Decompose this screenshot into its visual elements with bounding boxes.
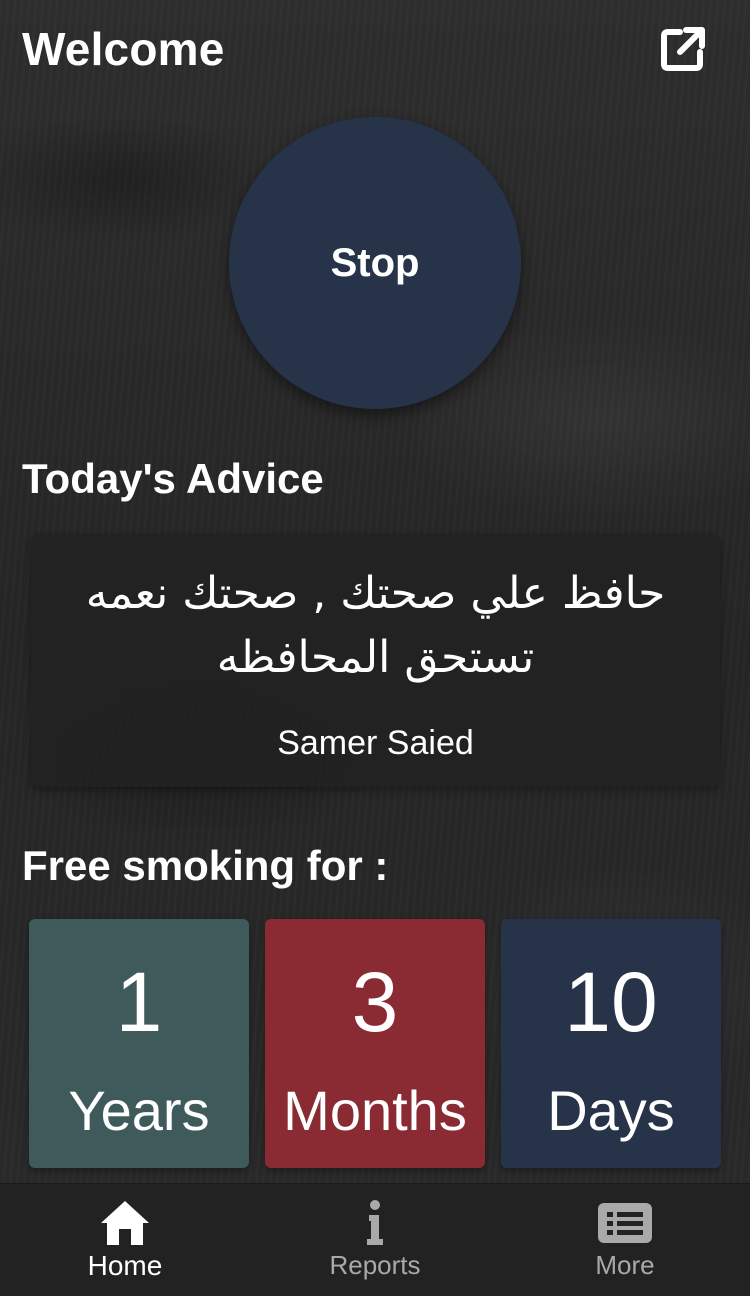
tab-home-label: Home <box>87 1250 163 1281</box>
advice-text: حافظ علي صحتك , صحتك نعمه تستحق المحافظه <box>85 568 666 683</box>
advice-card: حافظ علي صحتك , صحتك نعمه تستحق المحافظه… <box>31 534 720 787</box>
days-value: 10 <box>564 955 658 1049</box>
external-link-icon <box>661 27 705 71</box>
years-label: Years <box>68 1079 210 1142</box>
page-title: Welcome <box>22 23 225 75</box>
tab-home[interactable]: Home <box>0 1184 250 1296</box>
years-counter-card: 1 Years <box>29 919 249 1168</box>
home-icon <box>0 1198 250 1248</box>
advice-author: Samer Saied <box>277 724 474 762</box>
bottom-tab-bar: Home Reports More <box>0 1183 750 1296</box>
stop-button[interactable]: Stop <box>229 117 521 409</box>
years-value: 1 <box>115 955 163 1049</box>
months-value: 3 <box>351 955 399 1049</box>
tab-more-label: More <box>595 1250 655 1280</box>
days-label: Days <box>547 1079 675 1142</box>
months-label: Months <box>283 1079 467 1142</box>
app-header: Welcome <box>0 0 750 100</box>
days-counter-card: 10 Days <box>501 919 721 1168</box>
advice-section-title: Today's Advice <box>22 455 324 502</box>
list-icon <box>500 1198 750 1248</box>
share-button[interactable] <box>660 26 706 72</box>
months-counter-card: 3 Months <box>265 919 485 1168</box>
tab-more[interactable]: More <box>500 1184 750 1296</box>
tab-reports-label: Reports <box>329 1250 421 1280</box>
info-icon <box>250 1198 500 1248</box>
tab-reports[interactable]: Reports <box>250 1184 500 1296</box>
free-smoking-title: Free smoking for : <box>22 842 389 889</box>
